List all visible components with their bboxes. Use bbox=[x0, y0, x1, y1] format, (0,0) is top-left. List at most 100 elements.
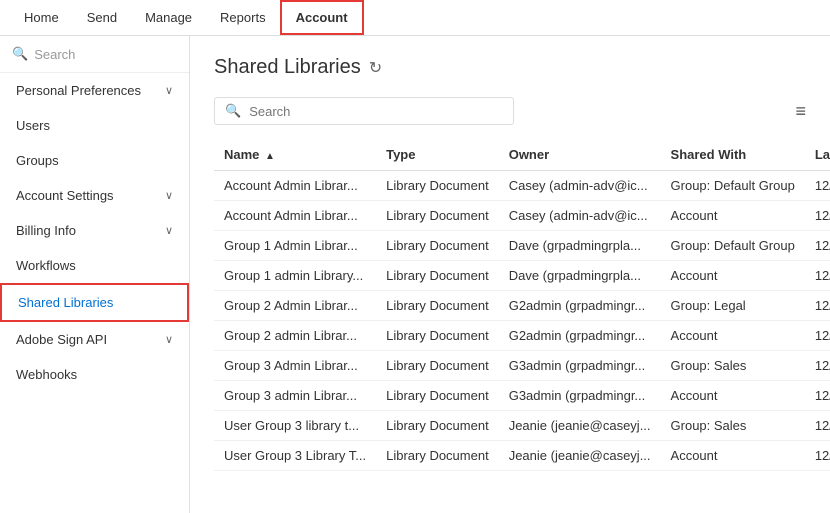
cell-last-mod: 12/05/2019 bbox=[805, 231, 830, 261]
sidebar-item-groups[interactable]: Groups bbox=[0, 143, 189, 178]
cell-shared-with: Group: Legal bbox=[661, 291, 805, 321]
cell-last-mod: 12/05/2019 bbox=[805, 291, 830, 321]
main-header: Shared Libraries ↻ bbox=[214, 56, 806, 79]
cell-name: Group 2 admin Librar... bbox=[214, 321, 376, 351]
col-shared-with[interactable]: Shared With bbox=[661, 139, 805, 171]
search-icon: 🔍 bbox=[12, 46, 28, 62]
cell-last-mod: 12/05/2019 bbox=[805, 411, 830, 441]
cell-type: Library Document bbox=[376, 291, 499, 321]
sidebar-item-shared-libraries[interactable]: Shared Libraries bbox=[0, 283, 189, 322]
sidebar-search-label: Search bbox=[34, 47, 75, 62]
col-name-label: Name bbox=[224, 147, 259, 162]
cell-type: Library Document bbox=[376, 201, 499, 231]
cell-name: Account Admin Librar... bbox=[214, 201, 376, 231]
cell-name: Group 1 admin Library... bbox=[214, 261, 376, 291]
sidebar-item-account-settings[interactable]: Account Settings ∨ bbox=[0, 178, 189, 213]
cell-owner: G2admin (grpadmingr... bbox=[499, 291, 661, 321]
sidebar-item-label: Billing Info bbox=[16, 223, 76, 238]
cell-type: Library Document bbox=[376, 441, 499, 471]
nav-manage[interactable]: Manage bbox=[131, 0, 206, 35]
cell-name: Account Admin Librar... bbox=[214, 171, 376, 201]
search-input[interactable] bbox=[249, 104, 425, 119]
cell-last-mod: 12/05/2019 bbox=[805, 441, 830, 471]
cell-name: Group 3 Admin Librar... bbox=[214, 351, 376, 381]
col-owner[interactable]: Owner bbox=[499, 139, 661, 171]
nav-home[interactable]: Home bbox=[10, 0, 73, 35]
col-shared-with-label: Shared With bbox=[671, 147, 747, 162]
shared-libraries-table: Name ▲ Type Owner Shared With Last Modif… bbox=[214, 139, 830, 471]
search-input-wrap[interactable]: 🔍 bbox=[214, 97, 514, 125]
cell-last-mod: 12/05/2019 bbox=[805, 171, 830, 201]
search-icon: 🔍 bbox=[225, 103, 241, 119]
cell-last-mod: 12/05/2019 bbox=[805, 201, 830, 231]
table-row[interactable]: Account Admin Librar... Library Document… bbox=[214, 171, 830, 201]
cell-owner: Jeanie (jeanie@caseyj... bbox=[499, 411, 661, 441]
nav-reports[interactable]: Reports bbox=[206, 0, 280, 35]
col-name[interactable]: Name ▲ bbox=[214, 139, 376, 171]
table-row[interactable]: User Group 3 Library T... Library Docume… bbox=[214, 441, 830, 471]
table-row[interactable]: Group 3 admin Librar... Library Document… bbox=[214, 381, 830, 411]
table-row[interactable]: Group 1 Admin Librar... Library Document… bbox=[214, 231, 830, 261]
table-row[interactable]: Account Admin Librar... Library Document… bbox=[214, 201, 830, 231]
chevron-down-icon: ∨ bbox=[165, 189, 173, 202]
col-last-mod[interactable]: Last Modification bbox=[805, 139, 830, 171]
nav-account[interactable]: Account bbox=[280, 0, 364, 35]
sidebar-item-adobe-sign-api[interactable]: Adobe Sign API ∨ bbox=[0, 322, 189, 357]
table-row[interactable]: Group 2 admin Librar... Library Document… bbox=[214, 321, 830, 351]
col-owner-label: Owner bbox=[509, 147, 549, 162]
nav-send[interactable]: Send bbox=[73, 0, 131, 35]
cell-owner: Casey (admin-adv@ic... bbox=[499, 201, 661, 231]
table-row[interactable]: User Group 3 library t... Library Docume… bbox=[214, 411, 830, 441]
sidebar-item-label: Users bbox=[16, 118, 50, 133]
table-row[interactable]: Group 3 Admin Librar... Library Document… bbox=[214, 351, 830, 381]
cell-type: Library Document bbox=[376, 381, 499, 411]
cell-shared-with: Account bbox=[661, 261, 805, 291]
cell-last-mod: 12/05/2019 bbox=[805, 381, 830, 411]
cell-name: User Group 3 library t... bbox=[214, 411, 376, 441]
chevron-down-icon: ∨ bbox=[165, 333, 173, 346]
sidebar-item-personal-preferences[interactable]: Personal Preferences ∨ bbox=[0, 73, 189, 108]
cell-last-mod: 12/05/2019 bbox=[805, 321, 830, 351]
main-layout: 🔍 Search Personal Preferences ∨ Users Gr… bbox=[0, 36, 830, 513]
cell-shared-with: Group: Sales bbox=[661, 411, 805, 441]
main-content: Shared Libraries ↻ 🔍 ≡ Name ▲ Type bbox=[190, 36, 830, 513]
sidebar-item-label: Webhooks bbox=[16, 367, 77, 382]
sidebar-item-users[interactable]: Users bbox=[0, 108, 189, 143]
hamburger-icon[interactable]: ≡ bbox=[795, 101, 806, 122]
table-row[interactable]: Group 2 Admin Librar... Library Document… bbox=[214, 291, 830, 321]
cell-name: Group 3 admin Librar... bbox=[214, 381, 376, 411]
cell-shared-with: Account bbox=[661, 201, 805, 231]
cell-shared-with: Group: Default Group bbox=[661, 231, 805, 261]
page-title: Shared Libraries bbox=[214, 56, 361, 79]
cell-owner: Casey (admin-adv@ic... bbox=[499, 171, 661, 201]
sidebar-item-workflows[interactable]: Workflows bbox=[0, 248, 189, 283]
cell-name: User Group 3 Library T... bbox=[214, 441, 376, 471]
table-header-row: Name ▲ Type Owner Shared With Last Modif… bbox=[214, 139, 830, 171]
sidebar: 🔍 Search Personal Preferences ∨ Users Gr… bbox=[0, 36, 190, 513]
cell-owner: Jeanie (jeanie@caseyj... bbox=[499, 441, 661, 471]
col-type[interactable]: Type bbox=[376, 139, 499, 171]
cell-owner: G3admin (grpadmingr... bbox=[499, 381, 661, 411]
top-nav: Home Send Manage Reports Account bbox=[0, 0, 830, 36]
sidebar-item-label: Account Settings bbox=[16, 188, 114, 203]
cell-type: Library Document bbox=[376, 171, 499, 201]
cell-owner: Dave (grpadmingrpla... bbox=[499, 231, 661, 261]
cell-last-mod: 12/05/2019 bbox=[805, 261, 830, 291]
cell-name: Group 2 Admin Librar... bbox=[214, 291, 376, 321]
cell-shared-with: Group: Sales bbox=[661, 351, 805, 381]
cell-shared-with: Account bbox=[661, 381, 805, 411]
cell-owner: G3admin (grpadmingr... bbox=[499, 351, 661, 381]
cell-last-mod: 12/05/2019 bbox=[805, 351, 830, 381]
cell-type: Library Document bbox=[376, 261, 499, 291]
sidebar-item-label: Workflows bbox=[16, 258, 76, 273]
cell-owner: Dave (grpadmingrpla... bbox=[499, 261, 661, 291]
sidebar-item-billing-info[interactable]: Billing Info ∨ bbox=[0, 213, 189, 248]
refresh-icon[interactable]: ↻ bbox=[369, 58, 382, 78]
cell-type: Library Document bbox=[376, 321, 499, 351]
table-row[interactable]: Group 1 admin Library... Library Documen… bbox=[214, 261, 830, 291]
cell-shared-with: Account bbox=[661, 441, 805, 471]
sidebar-search[interactable]: 🔍 Search bbox=[0, 36, 189, 73]
sidebar-item-webhooks[interactable]: Webhooks bbox=[0, 357, 189, 392]
col-last-mod-label: Last Modification bbox=[815, 147, 830, 162]
cell-type: Library Document bbox=[376, 231, 499, 261]
